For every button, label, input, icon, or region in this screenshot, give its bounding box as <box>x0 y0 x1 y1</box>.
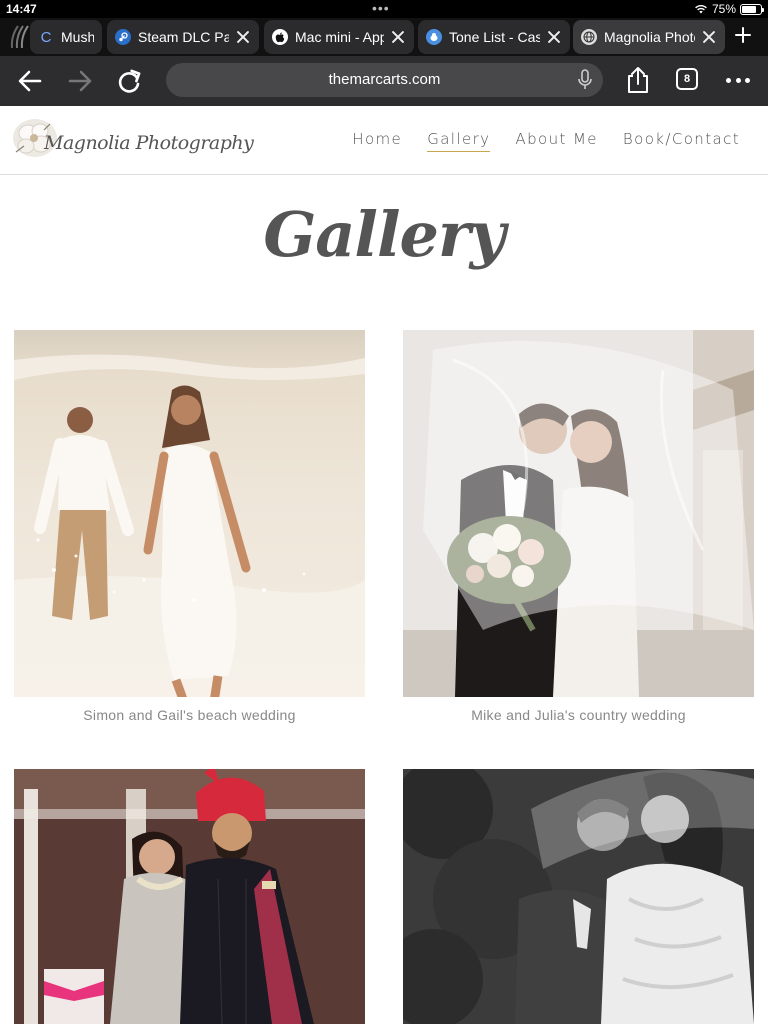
tab-mac-mini[interactable]: Mac mini - App <box>264 20 414 54</box>
gallery-photo-bw-kiss[interactable] <box>403 769 754 1024</box>
wifi-icon <box>695 4 707 14</box>
brand-name: Magnolia Photography <box>44 132 254 154</box>
status-time: 14:47 <box>6 2 37 16</box>
microphone-icon[interactable] <box>577 69 593 91</box>
more-options-icon[interactable] <box>726 78 750 84</box>
tab-mushro[interactable]: C Mushro <box>30 20 102 54</box>
tab-stack-icon[interactable] <box>8 24 30 50</box>
close-icon[interactable] <box>546 29 562 45</box>
new-tab-icon[interactable] <box>732 24 754 46</box>
main-nav: Home Gallery About Me Book/Contact <box>352 130 740 152</box>
close-icon[interactable] <box>701 29 717 45</box>
nav-home[interactable]: Home <box>352 130 402 152</box>
tab-label: Mushro <box>61 29 94 45</box>
reload-icon[interactable] <box>116 68 144 94</box>
gallery-photo-indian-wedding[interactable] <box>14 769 365 1024</box>
beach-couple-image <box>14 330 365 697</box>
multitasking-dots-icon[interactable]: ••• <box>372 0 390 16</box>
tab-steam-dlc[interactable]: Steam DLC Pag <box>107 20 259 54</box>
apple-icon <box>272 29 288 45</box>
gallery-photo-country-wedding[interactable] <box>403 330 754 697</box>
forward-arrow-icon[interactable] <box>66 68 94 94</box>
globe-icon <box>581 29 597 45</box>
bw-kiss-image <box>403 769 754 1024</box>
tab-label: Magnolia Photo <box>604 29 695 45</box>
steam-icon <box>115 29 131 45</box>
app-icon <box>426 29 442 45</box>
page-title: Gallery <box>263 198 505 271</box>
url-text: themarcarts.com <box>328 71 441 88</box>
c-logo-icon: C <box>40 28 52 46</box>
tab-label: Steam DLC Pag <box>138 29 229 45</box>
status-bar: 14:47 ••• 75% <box>0 0 768 18</box>
close-icon[interactable] <box>390 29 406 45</box>
tab-strip: C Mushro Steam DLC Pag Mac mini - App To… <box>0 18 768 56</box>
back-arrow-icon[interactable] <box>16 68 44 94</box>
battery-icon <box>740 3 764 15</box>
tab-label: Tone List - Cas <box>449 29 540 45</box>
tab-label: Mac mini - App <box>295 29 384 45</box>
battery-percent: 75% <box>711 2 736 16</box>
veil-kiss-image <box>403 330 754 697</box>
close-icon[interactable] <box>235 29 251 45</box>
gallery-caption: Mike and Julia's country wedding <box>471 707 686 723</box>
browser-toolbar: themarcarts.com 8 <box>0 56 768 106</box>
tab-count-button[interactable]: 8 <box>676 68 698 90</box>
nav-about-me[interactable]: About Me <box>515 130 598 152</box>
tab-magnolia[interactable]: Magnolia Photo <box>573 20 725 54</box>
tab-tone-list[interactable]: Tone List - Cas <box>418 20 570 54</box>
address-bar[interactable]: themarcarts.com <box>166 63 603 97</box>
gallery-caption: Simon and Gail's beach wedding <box>83 707 296 723</box>
indian-couple-image <box>14 769 365 1024</box>
share-icon[interactable] <box>625 66 651 94</box>
gallery-photo-beach-wedding[interactable] <box>14 330 365 697</box>
nav-gallery[interactable]: Gallery <box>427 130 491 152</box>
site-logo[interactable]: Magnolia Photography <box>10 116 254 164</box>
nav-book-contact[interactable]: Book/Contact <box>623 130 740 152</box>
status-right: 75% <box>694 2 764 16</box>
site-header: Magnolia Photography Home Gallery About … <box>0 106 768 175</box>
